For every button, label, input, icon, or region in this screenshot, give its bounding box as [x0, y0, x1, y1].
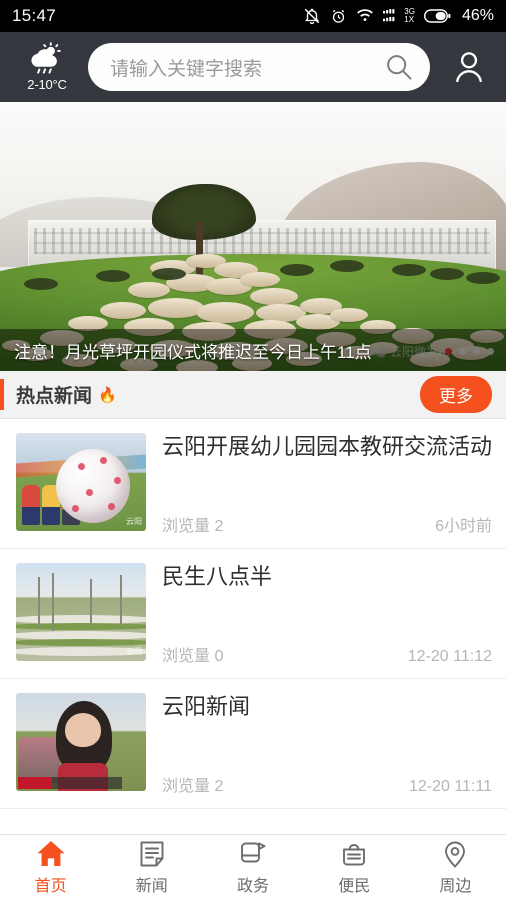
signal-icon: 3G 1X	[383, 8, 415, 24]
banner-caption-text: 注意！月光草坪开园仪式将推迟至今日上午11点	[14, 342, 372, 362]
tab-services[interactable]: 便民	[304, 835, 405, 900]
app-root: 15:47 3G 1X 46% 2-10°C 请输入关键字搜索 云阳微发布 注意…	[0, 0, 506, 900]
banner-stone	[148, 298, 204, 318]
news-body: 云阳新闻 浏览量 2 12-20 11:11	[146, 693, 492, 796]
section-title: 热点新闻	[16, 386, 93, 407]
banner-shrub	[24, 278, 58, 290]
banner-carousel[interactable]: 云阳微发布 注意！月光草坪开园仪式将推迟至今日上午11点	[0, 102, 506, 371]
news-title: 民生八点半	[162, 564, 273, 589]
search-input[interactable]: 请输入关键字搜索	[110, 54, 384, 81]
weather-widget[interactable]: 2-10°C	[14, 42, 80, 92]
tab-government[interactable]: 政务	[202, 835, 303, 900]
bottom-tab-bar: 首页 新闻 政务 便民 周边	[0, 834, 506, 900]
banner-shrub	[280, 264, 314, 276]
news-document-icon	[140, 841, 164, 867]
banner-stone	[100, 302, 146, 319]
search-icon[interactable]	[384, 52, 414, 82]
list-item[interactable]: 云阳新闻 浏览量 2 12-20 11:11	[0, 679, 506, 809]
news-thumbnail: 云阳	[16, 563, 146, 661]
news-time: 12-20 11:12	[407, 648, 492, 665]
search-bar[interactable]: 请输入关键字搜索	[88, 43, 430, 91]
tab-label: 首页	[34, 878, 67, 895]
news-meta: 浏览量 2 6小时前	[162, 512, 492, 536]
news-title: 云阳开展幼儿园园本教研交流活动	[162, 434, 492, 459]
news-body: 云阳开展幼儿园园本教研交流活动 浏览量 2 6小时前	[146, 433, 492, 536]
banner-shrub	[96, 270, 130, 282]
banner-shrub	[330, 260, 364, 272]
user-icon	[456, 52, 482, 83]
banner-stone	[330, 308, 368, 322]
news-thumbnail	[16, 693, 146, 791]
wifi-icon	[357, 9, 374, 21]
status-icons: 3G 1X 46%	[303, 7, 494, 25]
news-time: 12-20 11:11	[408, 778, 492, 795]
news-views: 浏览量 0	[162, 648, 224, 665]
profile-button[interactable]	[446, 48, 492, 86]
weather-temperature: 2-10°C	[27, 77, 67, 92]
thumbnail-watermark: 云阳	[126, 647, 142, 656]
news-views: 浏览量 2	[162, 518, 224, 535]
tab-label: 新闻	[135, 878, 168, 895]
alarm-icon	[333, 9, 345, 23]
tab-label: 周边	[439, 878, 472, 895]
tab-label: 便民	[338, 878, 371, 895]
news-title: 云阳新闻	[162, 694, 251, 719]
news-list: 云阳 云阳开展幼儿园园本教研交流活动 浏览量 2 6小时前 云阳 民生八点半 浏…	[0, 419, 506, 834]
news-meta: 浏览量 0 12-20 11:12	[162, 642, 492, 666]
banner-stone	[128, 282, 170, 298]
more-button[interactable]: 更多	[420, 376, 492, 413]
hot-news-section-header: 热点新闻 🔥 更多	[0, 371, 506, 419]
home-icon	[37, 841, 65, 866]
news-time: 6小时前	[435, 518, 492, 535]
battery-icon	[423, 9, 451, 23]
network-sub-label: 1X	[404, 15, 415, 24]
banner-stone	[240, 272, 280, 287]
battery-percent: 46%	[461, 7, 494, 24]
thumbnail-watermark: 云阳	[126, 517, 142, 526]
news-body: 民生八点半 浏览量 0 12-20 11:12	[146, 563, 492, 666]
tab-nearby[interactable]: 周边	[405, 835, 506, 900]
basket-icon	[343, 844, 366, 866]
news-views: 浏览量 2	[162, 778, 224, 795]
banner-shrub	[392, 264, 426, 276]
tab-label: 政务	[237, 878, 270, 895]
tab-news[interactable]: 新闻	[101, 835, 202, 900]
sun-cloud-rain-icon	[31, 42, 61, 74]
flame-icon: 🔥	[98, 386, 117, 404]
banner-stone	[250, 288, 298, 305]
list-item[interactable]: 云阳 民生八点半 浏览量 0 12-20 11:12	[0, 549, 506, 679]
location-pin-icon	[445, 841, 466, 868]
banner-caption-bar: 注意！月光草坪开园仪式将推迟至今日上午11点	[0, 329, 506, 371]
banner-stone	[196, 302, 254, 323]
banner-shrub	[152, 268, 186, 280]
status-clock: 15:47	[12, 6, 57, 25]
list-item[interactable]: 云阳 云阳开展幼儿园园本教研交流活动 浏览量 2 6小时前	[0, 419, 506, 549]
banner-shrub	[466, 272, 500, 284]
mute-bell-icon	[305, 8, 320, 25]
tab-home[interactable]: 首页	[0, 835, 101, 900]
status-bar: 15:47 3G 1X 46%	[0, 0, 506, 32]
government-flag-icon	[241, 842, 266, 863]
news-meta: 浏览量 2 12-20 11:11	[162, 772, 492, 796]
banner-shrub	[430, 268, 464, 280]
app-header: 2-10°C 请输入关键字搜索	[0, 32, 506, 102]
news-thumbnail: 云阳	[16, 433, 146, 531]
